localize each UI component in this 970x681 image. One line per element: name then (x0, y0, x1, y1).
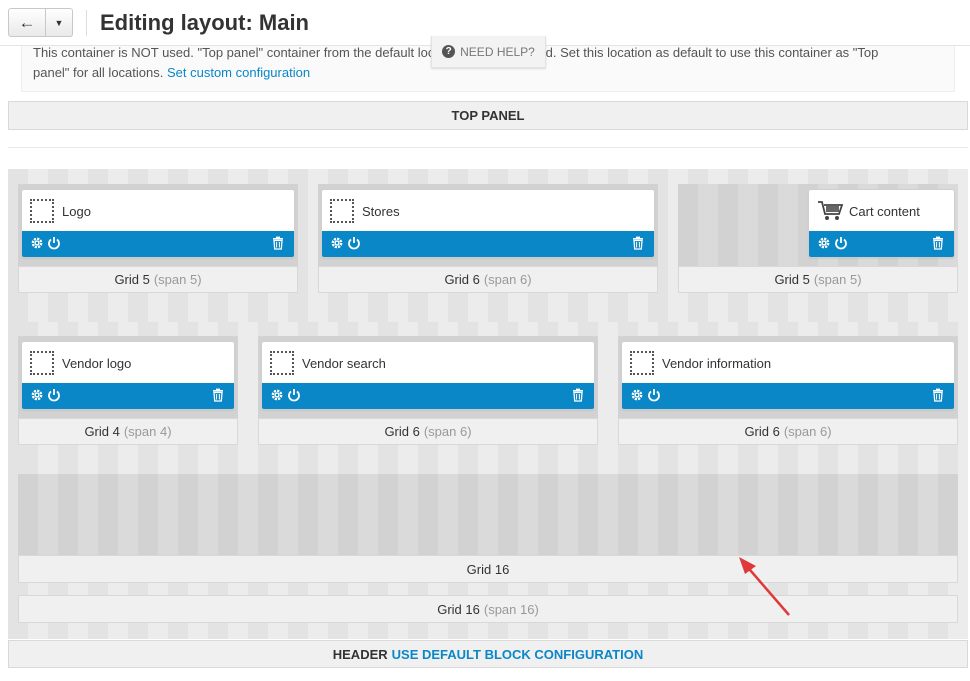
grid-label[interactable]: Grid 6 (span 6) (318, 266, 658, 293)
dotted-box-icon (330, 199, 354, 223)
gear-icon[interactable] (30, 236, 44, 250)
header-label: HEADER (332, 646, 388, 662)
dotted-box-icon (630, 351, 654, 375)
trash-icon[interactable] (271, 236, 285, 250)
cart-icon (818, 201, 844, 220)
block-toolbar (809, 231, 954, 257)
block-cart-content[interactable]: Cart content (808, 189, 955, 258)
grid-label[interactable]: Grid 6 (span 6) (258, 418, 598, 445)
caret-down-icon: ▼ (54, 17, 64, 28)
grid-label[interactable]: Grid 4 (span 4) (18, 418, 238, 445)
block-vendor-search[interactable]: Vendor search (261, 341, 595, 410)
block-toolbar (262, 383, 594, 409)
grid-16-drop-area[interactable] (18, 474, 958, 555)
power-icon[interactable] (287, 388, 301, 402)
back-dropdown-button[interactable]: ▼ (45, 8, 73, 37)
block-stores[interactable]: Stores (321, 189, 655, 258)
notice-line-2: panel" for all locations. (33, 65, 164, 80)
block-toolbar (622, 383, 954, 409)
power-icon[interactable] (347, 236, 361, 250)
set-custom-configuration-link[interactable]: Set custom configuration (167, 65, 310, 80)
outer-grid-16-label[interactable]: Grid 16 (span 16) (18, 595, 958, 623)
question-icon: ? (442, 45, 456, 58)
dotted-box-icon (270, 351, 294, 375)
divider (8, 147, 968, 148)
use-default-block-configuration-link[interactable]: USE DEFAULT BLOCK CONFIGURATION (392, 647, 644, 662)
page-title: Editing layout: Main (100, 10, 309, 35)
grid-label[interactable]: Grid 6 (span 6) (618, 418, 958, 445)
dotted-box-icon (30, 199, 54, 223)
power-icon[interactable] (647, 388, 661, 402)
block-toolbar (322, 231, 654, 257)
block-logo[interactable]: Logo (21, 189, 295, 258)
gear-icon[interactable] (270, 388, 284, 402)
power-icon[interactable] (47, 236, 61, 250)
trash-icon[interactable] (931, 388, 945, 402)
top-panel-bar[interactable]: TOP PANEL (8, 101, 968, 130)
gear-icon[interactable] (817, 236, 831, 250)
grid-label[interactable]: Grid 5 (span 5) (18, 266, 298, 293)
back-button[interactable]: ← (8, 8, 46, 37)
gear-icon[interactable] (630, 388, 644, 402)
block-vendor-logo[interactable]: Vendor logo (21, 341, 235, 410)
need-help-button[interactable]: ? NEED HELP? (431, 36, 546, 68)
arrow-left-icon: ← (18, 12, 36, 32)
header-container-bar: HEADER USE DEFAULT BLOCK CONFIGURATION (8, 640, 968, 668)
need-help-label: NEED HELP? (460, 44, 535, 59)
dotted-box-icon (30, 351, 54, 375)
block-toolbar (22, 231, 294, 257)
trash-icon[interactable] (931, 236, 945, 250)
block-toolbar (22, 383, 234, 409)
grid-16-label[interactable]: Grid 16 (18, 555, 958, 583)
trash-icon[interactable] (571, 388, 585, 402)
gear-icon[interactable] (330, 236, 344, 250)
trash-icon[interactable] (631, 236, 645, 250)
trash-icon[interactable] (211, 388, 225, 402)
toolbar-divider (86, 10, 87, 36)
power-icon[interactable] (834, 236, 848, 250)
power-icon[interactable] (47, 388, 61, 402)
block-vendor-information[interactable]: Vendor information (621, 341, 955, 410)
top-panel-label: TOP PANEL (451, 108, 525, 123)
gear-icon[interactable] (30, 388, 44, 402)
grid-label[interactable]: Grid 5 (span 5) (678, 266, 958, 293)
